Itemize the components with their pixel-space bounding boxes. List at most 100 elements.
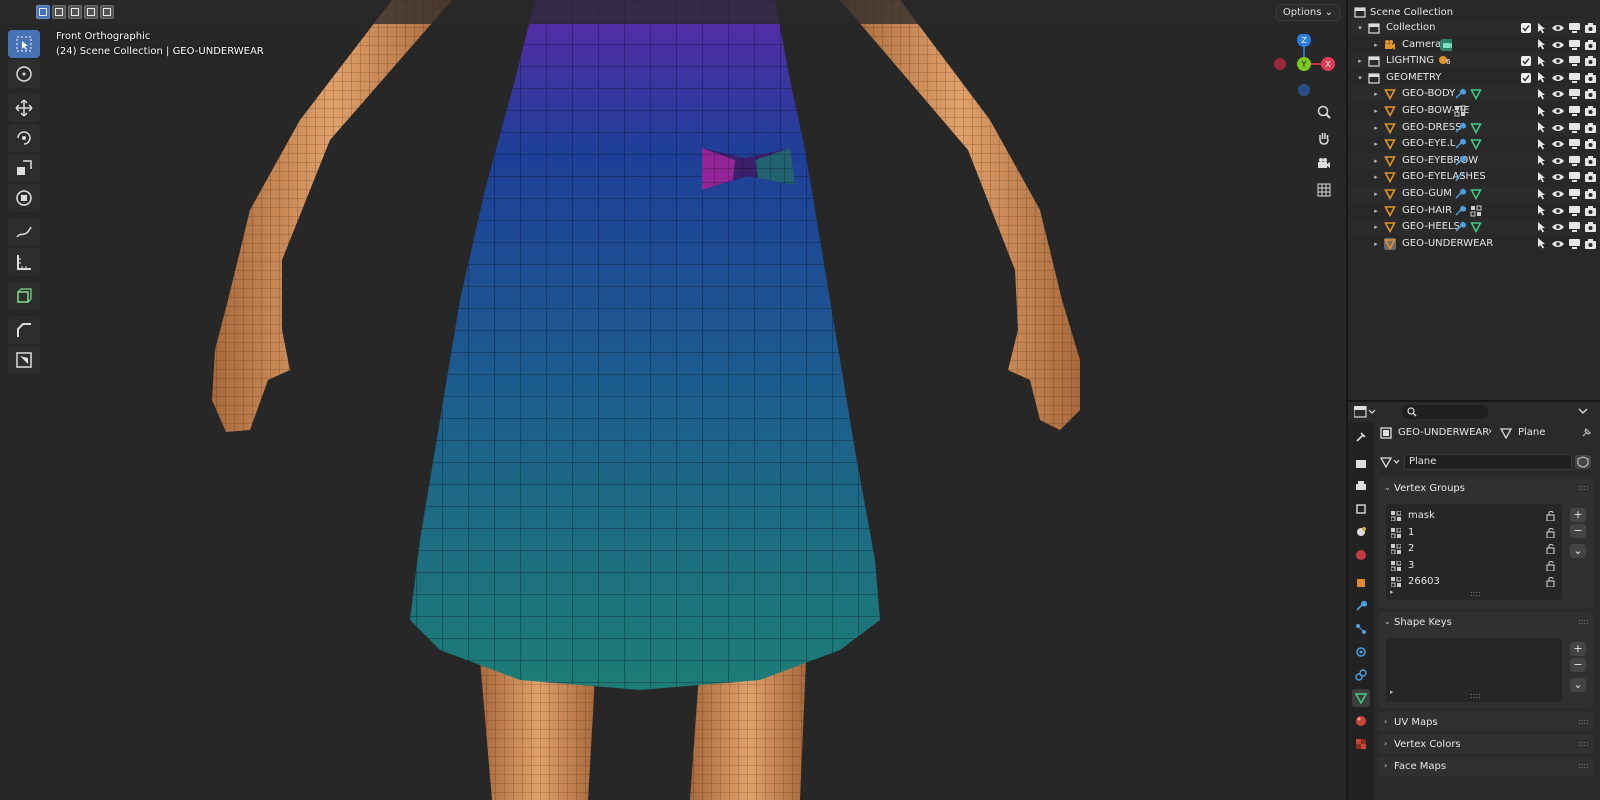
- bevel-tool[interactable]: [8, 316, 40, 344]
- mesh-browse-icon[interactable]: [1380, 456, 1400, 468]
- ortho-toggle-button[interactable]: [1312, 178, 1336, 202]
- tab-world[interactable]: [1352, 546, 1370, 564]
- scale-tool[interactable]: [8, 154, 40, 182]
- modifier-wrench-icon[interactable]: [1454, 138, 1466, 150]
- modifier-wrench-icon[interactable]: [1454, 88, 1466, 100]
- tab-texture[interactable]: [1352, 735, 1370, 753]
- eye-icon[interactable]: [1552, 72, 1564, 84]
- zoom-button[interactable]: [1312, 100, 1336, 124]
- render-camera-icon[interactable]: [1584, 88, 1596, 100]
- select-extend-mode[interactable]: [52, 5, 66, 19]
- tab-tool[interactable]: [1352, 428, 1370, 446]
- monitor-icon[interactable]: [1568, 22, 1580, 34]
- monitor-icon[interactable]: [1568, 138, 1580, 150]
- vertex-group-list[interactable]: mask 1 2 3 26603 ▸ ::::: [1386, 504, 1562, 600]
- select-subtract-mode[interactable]: [68, 5, 82, 19]
- select-arrow-icon[interactable]: [1536, 205, 1548, 217]
- render-camera-icon[interactable]: [1584, 171, 1596, 183]
- remove-shape-key-button[interactable]: −: [1570, 658, 1586, 672]
- unlock-icon[interactable]: [1546, 510, 1556, 522]
- eye-icon[interactable]: [1552, 122, 1564, 134]
- camera-view-button[interactable]: [1312, 152, 1336, 176]
- monitor-icon[interactable]: [1568, 72, 1580, 84]
- expand-toggle-icon[interactable]: ▸: [1372, 223, 1380, 231]
- tab-particles[interactable]: [1352, 620, 1370, 638]
- tab-object[interactable]: [1352, 574, 1370, 592]
- shape-key-list[interactable]: ▸ ::::: [1386, 638, 1562, 702]
- eye-icon[interactable]: [1552, 155, 1564, 167]
- fake-user-button[interactable]: [1575, 455, 1591, 469]
- pan-button[interactable]: [1312, 126, 1336, 150]
- render-camera-icon[interactable]: [1584, 221, 1596, 233]
- vertex-group-row[interactable]: 1: [1386, 525, 1562, 541]
- tab-constraints[interactable]: [1352, 666, 1370, 684]
- mesh-name-field[interactable]: Plane: [1404, 454, 1572, 470]
- transform-tool[interactable]: [8, 184, 40, 212]
- vertex-group-row[interactable]: 2: [1386, 541, 1562, 557]
- curve-icon[interactable]: [1454, 171, 1466, 183]
- vertex-group-menu-button[interactable]: ⌄: [1570, 544, 1586, 558]
- select-arrow-icon[interactable]: [1536, 171, 1548, 183]
- monitor-icon[interactable]: [1568, 88, 1580, 100]
- shape-key-menu-button[interactable]: ⌄: [1570, 678, 1586, 692]
- expand-toggle-icon[interactable]: ▸: [1372, 157, 1380, 165]
- render-camera-icon[interactable]: [1584, 22, 1596, 34]
- select-arrow-icon[interactable]: [1536, 122, 1548, 134]
- unlock-icon[interactable]: [1546, 527, 1556, 539]
- expand-toggle-icon[interactable]: ▸: [1372, 240, 1380, 248]
- select-intersect-mode[interactable]: [100, 5, 114, 19]
- expand-toggle-icon[interactable]: ▸: [1372, 107, 1380, 115]
- expand-toggle-icon[interactable]: ▾: [1356, 24, 1364, 32]
- gizmo-neg-x-handle[interactable]: [1274, 58, 1286, 70]
- eye-icon[interactable]: [1552, 188, 1564, 200]
- panel-grip-icon[interactable]: ::::: [1578, 618, 1589, 626]
- navigation-gizmo[interactable]: Z X Y: [1266, 34, 1342, 102]
- render-camera-icon[interactable]: [1584, 55, 1596, 67]
- outliner-row[interactable]: ▸ GEO-EYELASHES: [1348, 169, 1600, 185]
- mesh-data-icon[interactable]: [1470, 88, 1482, 101]
- eye-icon[interactable]: [1552, 39, 1564, 51]
- tab-physics[interactable]: [1352, 643, 1370, 661]
- render-camera-icon[interactable]: [1584, 238, 1596, 250]
- include-checkbox[interactable]: [1520, 55, 1532, 67]
- include-checkbox[interactable]: [1520, 72, 1532, 84]
- measure-tool[interactable]: [8, 248, 40, 276]
- tab-scene[interactable]: [1352, 523, 1370, 541]
- modifier-wrench-icon[interactable]: [1454, 188, 1466, 200]
- list-resize-grip[interactable]: ::::: [1470, 692, 1481, 700]
- outliner-row[interactable]: ▸ GEO-EYE.L: [1348, 136, 1600, 152]
- outliner-row[interactable]: ▸ Camera: [1348, 37, 1600, 53]
- select-arrow-icon[interactable]: [1536, 88, 1548, 100]
- mesh-data-icon[interactable]: [1470, 122, 1482, 134]
- select-arrow-icon[interactable]: [1536, 221, 1548, 233]
- remove-vertex-group-button[interactable]: −: [1570, 524, 1586, 538]
- expand-toggle-icon[interactable]: ▸: [1372, 190, 1380, 198]
- monitor-icon[interactable]: [1568, 188, 1580, 200]
- tab-view-layer[interactable]: [1352, 500, 1370, 518]
- outliner-row[interactable]: ▸ GEO-BOW-TIE: [1348, 103, 1600, 119]
- select-arrow-icon[interactable]: [1536, 39, 1548, 51]
- outliner-row[interactable]: ▸ GEO-HAIR: [1348, 203, 1600, 219]
- panel-grip-icon[interactable]: ::::: [1578, 762, 1589, 770]
- rotate-tool[interactable]: [8, 124, 40, 152]
- modifier-wrench-icon[interactable]: [1454, 221, 1466, 233]
- selection-mode-group[interactable]: [36, 5, 114, 19]
- expand-toggle-icon[interactable]: ▸: [1372, 140, 1380, 148]
- monitor-icon[interactable]: [1568, 39, 1580, 51]
- list-expand-toggle[interactable]: ▸: [1390, 688, 1394, 696]
- tab-material[interactable]: [1352, 712, 1370, 730]
- add-cube-tool[interactable]: [8, 282, 40, 310]
- properties-editor[interactable]: GEO-UNDERWEAR › Plane Plane ⌄ Vertex Gro…: [1348, 402, 1600, 800]
- outliner-row[interactable]: ▸ GEO-UNDERWEAR: [1348, 236, 1600, 252]
- camera-data-icon[interactable]: [1440, 38, 1452, 51]
- render-camera-icon[interactable]: [1584, 205, 1596, 217]
- vertex-group-row[interactable]: 3: [1386, 558, 1562, 574]
- select-arrow-icon[interactable]: [1536, 72, 1548, 84]
- expand-toggle-icon[interactable]: ▸: [1372, 124, 1380, 132]
- expand-toggle-icon[interactable]: ▸: [1372, 207, 1380, 215]
- monitor-icon[interactable]: [1568, 238, 1580, 250]
- expand-toggle-icon[interactable]: ▸: [1356, 57, 1364, 65]
- render-camera-icon[interactable]: [1584, 155, 1596, 167]
- add-vertex-group-button[interactable]: +: [1570, 508, 1586, 522]
- render-camera-icon[interactable]: [1584, 39, 1596, 51]
